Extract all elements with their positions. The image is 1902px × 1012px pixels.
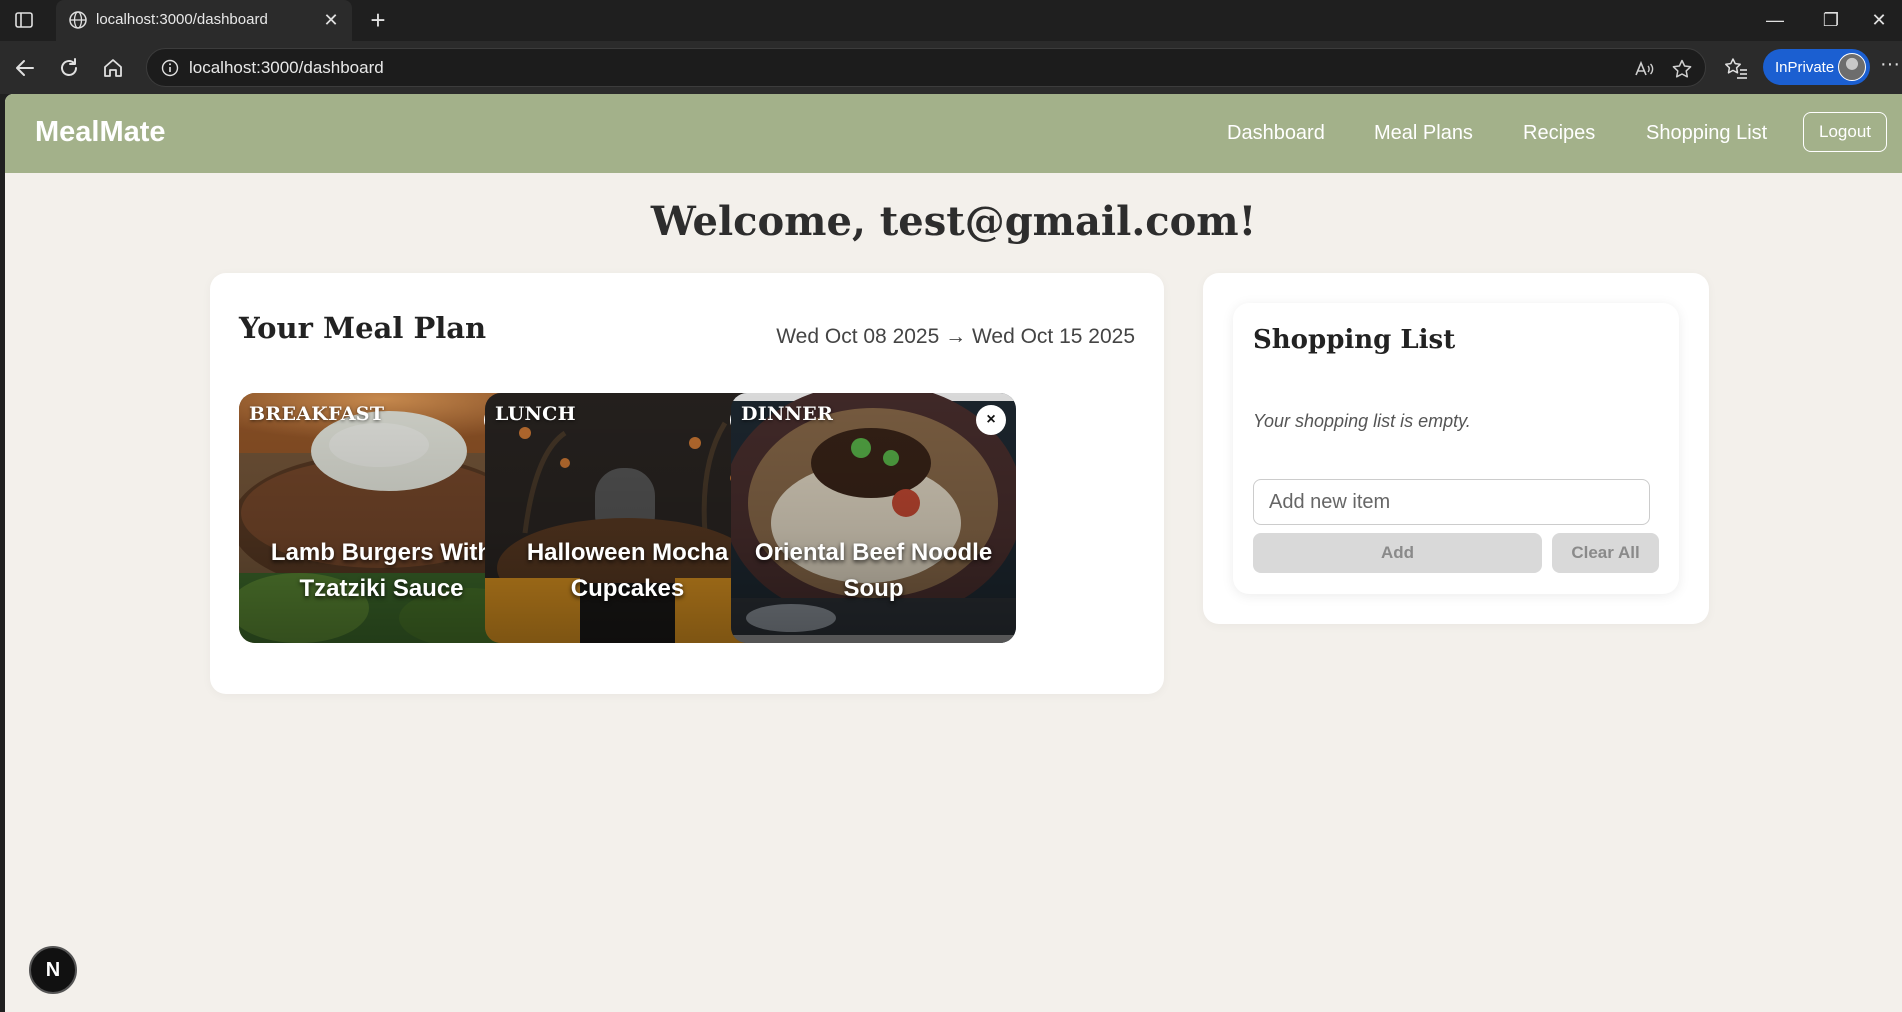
nav-link-shopping-list[interactable]: Shopping List xyxy=(1646,122,1767,145)
shopping-list-empty-message: Your shopping list is empty. xyxy=(1253,411,1471,431)
logout-button[interactable]: Logout xyxy=(1803,112,1887,152)
meal-name[interactable]: Halloween Mocha Cupcakes xyxy=(495,535,760,607)
more-menu-icon[interactable]: ··· xyxy=(1880,53,1900,76)
meal-name[interactable]: Oriental Beef Noodle Soup xyxy=(741,535,1006,607)
profile-avatar xyxy=(1838,53,1866,81)
shopping-list-card: Shopping List Your shopping list is empt… xyxy=(1203,273,1709,624)
favorite-star-icon[interactable] xyxy=(1671,58,1693,80)
dev-tools-badge[interactable]: N xyxy=(29,946,77,994)
meal-card-breakfast[interactable]: BREAKFAST × Lamb Burgers With Tzatziki S… xyxy=(239,393,524,643)
nav-link-meal-plans[interactable]: Meal Plans xyxy=(1374,122,1473,145)
brand-logo[interactable]: MealMate xyxy=(35,116,166,149)
site-info-icon[interactable] xyxy=(161,59,179,77)
nav-link-recipes[interactable]: Recipes xyxy=(1523,122,1595,145)
add-item-button[interactable]: Add xyxy=(1253,533,1542,573)
shopping-list-title: Shopping List xyxy=(1253,325,1456,355)
refresh-icon[interactable] xyxy=(56,55,82,81)
clear-all-button[interactable]: Clear All xyxy=(1552,533,1659,573)
back-arrow-icon[interactable] xyxy=(12,55,38,81)
minimize-icon[interactable]: — xyxy=(1760,8,1790,32)
meal-plan-card: Your Meal Plan Wed Oct 08 2025 → Wed Oct… xyxy=(210,273,1164,694)
meal-card-lunch[interactable]: LUNCH × Halloween Mocha Cupcakes xyxy=(485,393,770,643)
meal-name[interactable]: Lamb Burgers With Tzatziki Sauce xyxy=(249,535,514,607)
browser-tab[interactable]: localhost:3000/dashboard ✕ xyxy=(56,0,352,41)
tab-actions-icon[interactable] xyxy=(14,10,34,30)
page-viewport: MealMate Dashboard Meal Plans Recipes Sh… xyxy=(5,94,1902,1012)
top-navbar: MealMate Dashboard Meal Plans Recipes Sh… xyxy=(5,94,1902,173)
shopping-list-panel: Shopping List Your shopping list is empt… xyxy=(1233,303,1679,594)
window-close-icon[interactable]: ✕ xyxy=(1864,8,1894,32)
welcome-heading: Welcome, test@gmail.com! xyxy=(650,198,1257,245)
meal-card-dinner[interactable]: DINNER × Oriental Beef Noodle Soup xyxy=(731,393,1016,643)
inprivate-profile-button[interactable]: InPrivate xyxy=(1763,49,1870,85)
meal-plan-date-range: Wed Oct 08 2025 → Wed Oct 15 2025 xyxy=(776,325,1135,348)
meal-plan-title: Your Meal Plan xyxy=(239,311,487,345)
meal-type-label: DINNER xyxy=(741,403,834,425)
browser-toolbar: localhost:3000/dashboard InPrivate ··· xyxy=(0,41,1902,94)
read-aloud-icon[interactable] xyxy=(1633,58,1655,80)
meal-type-label: BREAKFAST xyxy=(249,403,385,425)
favorites-icon[interactable] xyxy=(1723,55,1749,81)
restore-icon[interactable]: ❐ xyxy=(1816,8,1846,32)
remove-meal-button[interactable]: × xyxy=(976,405,1006,435)
close-tab-icon[interactable]: ✕ xyxy=(320,9,342,31)
nav-link-dashboard[interactable]: Dashboard xyxy=(1227,122,1325,145)
globe-icon xyxy=(69,11,87,29)
url-text[interactable]: localhost:3000/dashboard xyxy=(189,58,384,78)
add-item-input[interactable] xyxy=(1253,479,1650,525)
new-tab-icon[interactable]: + xyxy=(364,6,392,34)
inprivate-label: InPrivate xyxy=(1775,59,1835,76)
address-bar[interactable]: localhost:3000/dashboard xyxy=(146,48,1706,87)
meal-type-label: LUNCH xyxy=(495,403,576,425)
tab-title: localhost:3000/dashboard xyxy=(96,11,268,28)
browser-tab-bar: localhost:3000/dashboard ✕ + — ❐ ✕ xyxy=(0,0,1902,41)
home-icon[interactable] xyxy=(100,55,126,81)
